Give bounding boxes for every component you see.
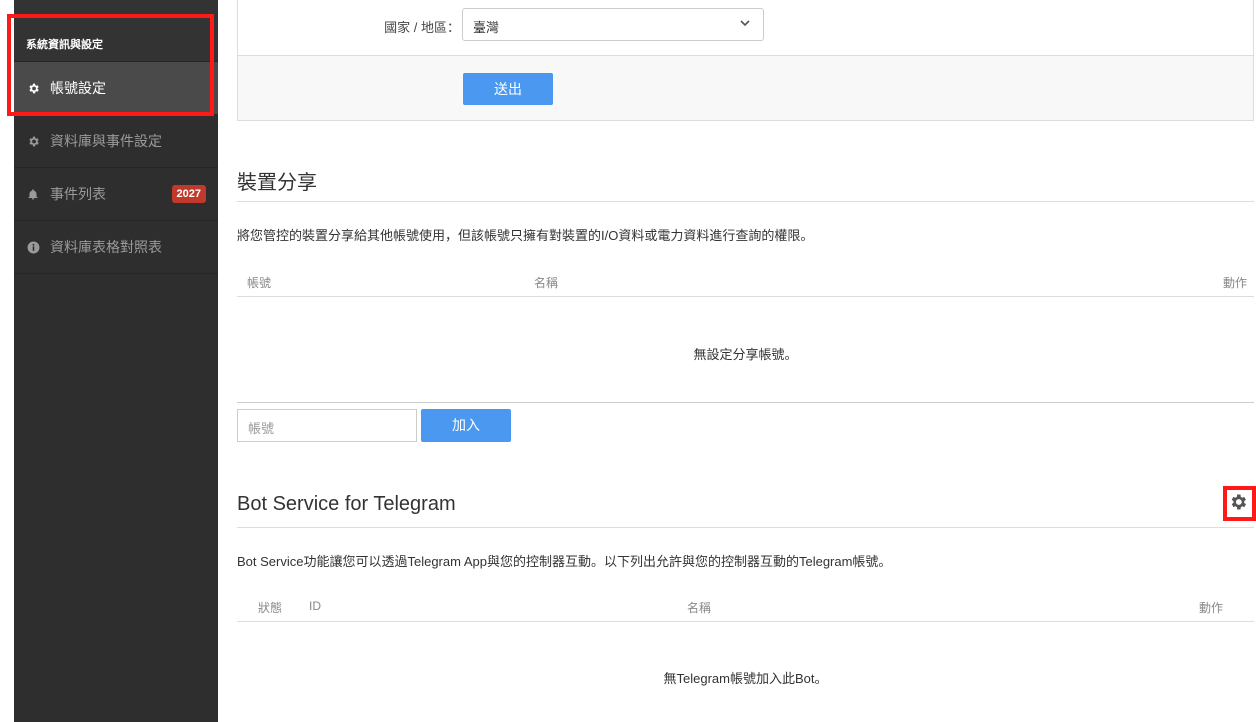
divider <box>237 527 1254 528</box>
column-header-action: 動作 <box>1223 276 1248 290</box>
form-footer: 送出 <box>238 56 1253 120</box>
sidebar-header: 系統資訊與設定 <box>14 0 218 62</box>
country-row: 國家 / 地區： 臺灣 <box>238 0 1253 56</box>
device-share-title: 裝置分享 <box>237 172 317 194</box>
country-select[interactable]: 臺灣 <box>462 8 764 41</box>
sidebar-item-table-reference[interactable]: 資料庫表格對照表 <box>14 221 218 274</box>
column-header-status: 狀態 <box>258 601 283 615</box>
event-count-badge: 2027 <box>171 185 206 203</box>
sidebar: 系統資訊與設定 帳號設定 資料庫與事件設定 事件列表 2027 資料庫表格對照表 <box>14 0 218 722</box>
sidebar-item-label: 資料庫與事件設定 <box>50 133 162 149</box>
device-share-description: 將您管控的裝置分享給其他帳號使用，但該帳號只擁有對裝置的I/O資料或電力資料進行… <box>237 228 814 243</box>
sidebar-item-label: 資料庫表格對照表 <box>50 239 162 255</box>
telegram-description: Bot Service功能讓您可以透過Telegram App與您的控制器互動。… <box>237 554 892 569</box>
table-header-divider <box>237 621 1254 622</box>
chevron-down-icon <box>739 17 751 29</box>
sidebar-item-database-event-settings[interactable]: 資料庫與事件設定 <box>14 115 218 168</box>
column-header-name: 名稱 <box>534 276 559 290</box>
sidebar-item-account-settings[interactable]: 帳號設定 <box>14 62 218 115</box>
profile-form-panel: 國家 / 地區： 臺灣 送出 <box>237 0 1254 121</box>
gear-icon <box>26 134 40 148</box>
telegram-empty-message: 無Telegram帳號加入此Bot。 <box>663 671 828 686</box>
table-header-divider <box>237 296 1254 297</box>
column-header-account: 帳號 <box>247 276 272 290</box>
account-input[interactable]: 帳號 <box>237 409 417 442</box>
column-header-action: 動作 <box>1199 601 1224 615</box>
submit-button[interactable]: 送出 <box>463 73 553 105</box>
column-header-name: 名稱 <box>687 601 712 615</box>
info-icon <box>26 240 40 254</box>
telegram-settings-gear-icon[interactable] <box>1227 491 1249 513</box>
device-share-empty-message: 無設定分享帳號。 <box>693 347 798 362</box>
country-select-value: 臺灣 <box>473 20 500 35</box>
add-button[interactable]: 加入 <box>421 409 511 442</box>
table-bottom-divider <box>237 402 1254 403</box>
divider <box>237 201 1254 202</box>
sidebar-item-label: 事件列表 <box>50 186 106 202</box>
gear-icon <box>26 81 40 95</box>
bell-icon <box>26 187 40 201</box>
country-label: 國家 / 地區： <box>384 20 460 35</box>
column-header-id: ID <box>309 599 321 613</box>
sidebar-item-event-list[interactable]: 事件列表 2027 <box>14 168 218 221</box>
main-content: 國家 / 地區： 臺灣 送出 裝置分享 將您管控的裝置分享給其他帳號使用，但該帳… <box>237 0 1254 722</box>
telegram-title: Bot Service for Telegram <box>237 493 456 515</box>
sidebar-item-label: 帳號設定 <box>50 80 106 96</box>
